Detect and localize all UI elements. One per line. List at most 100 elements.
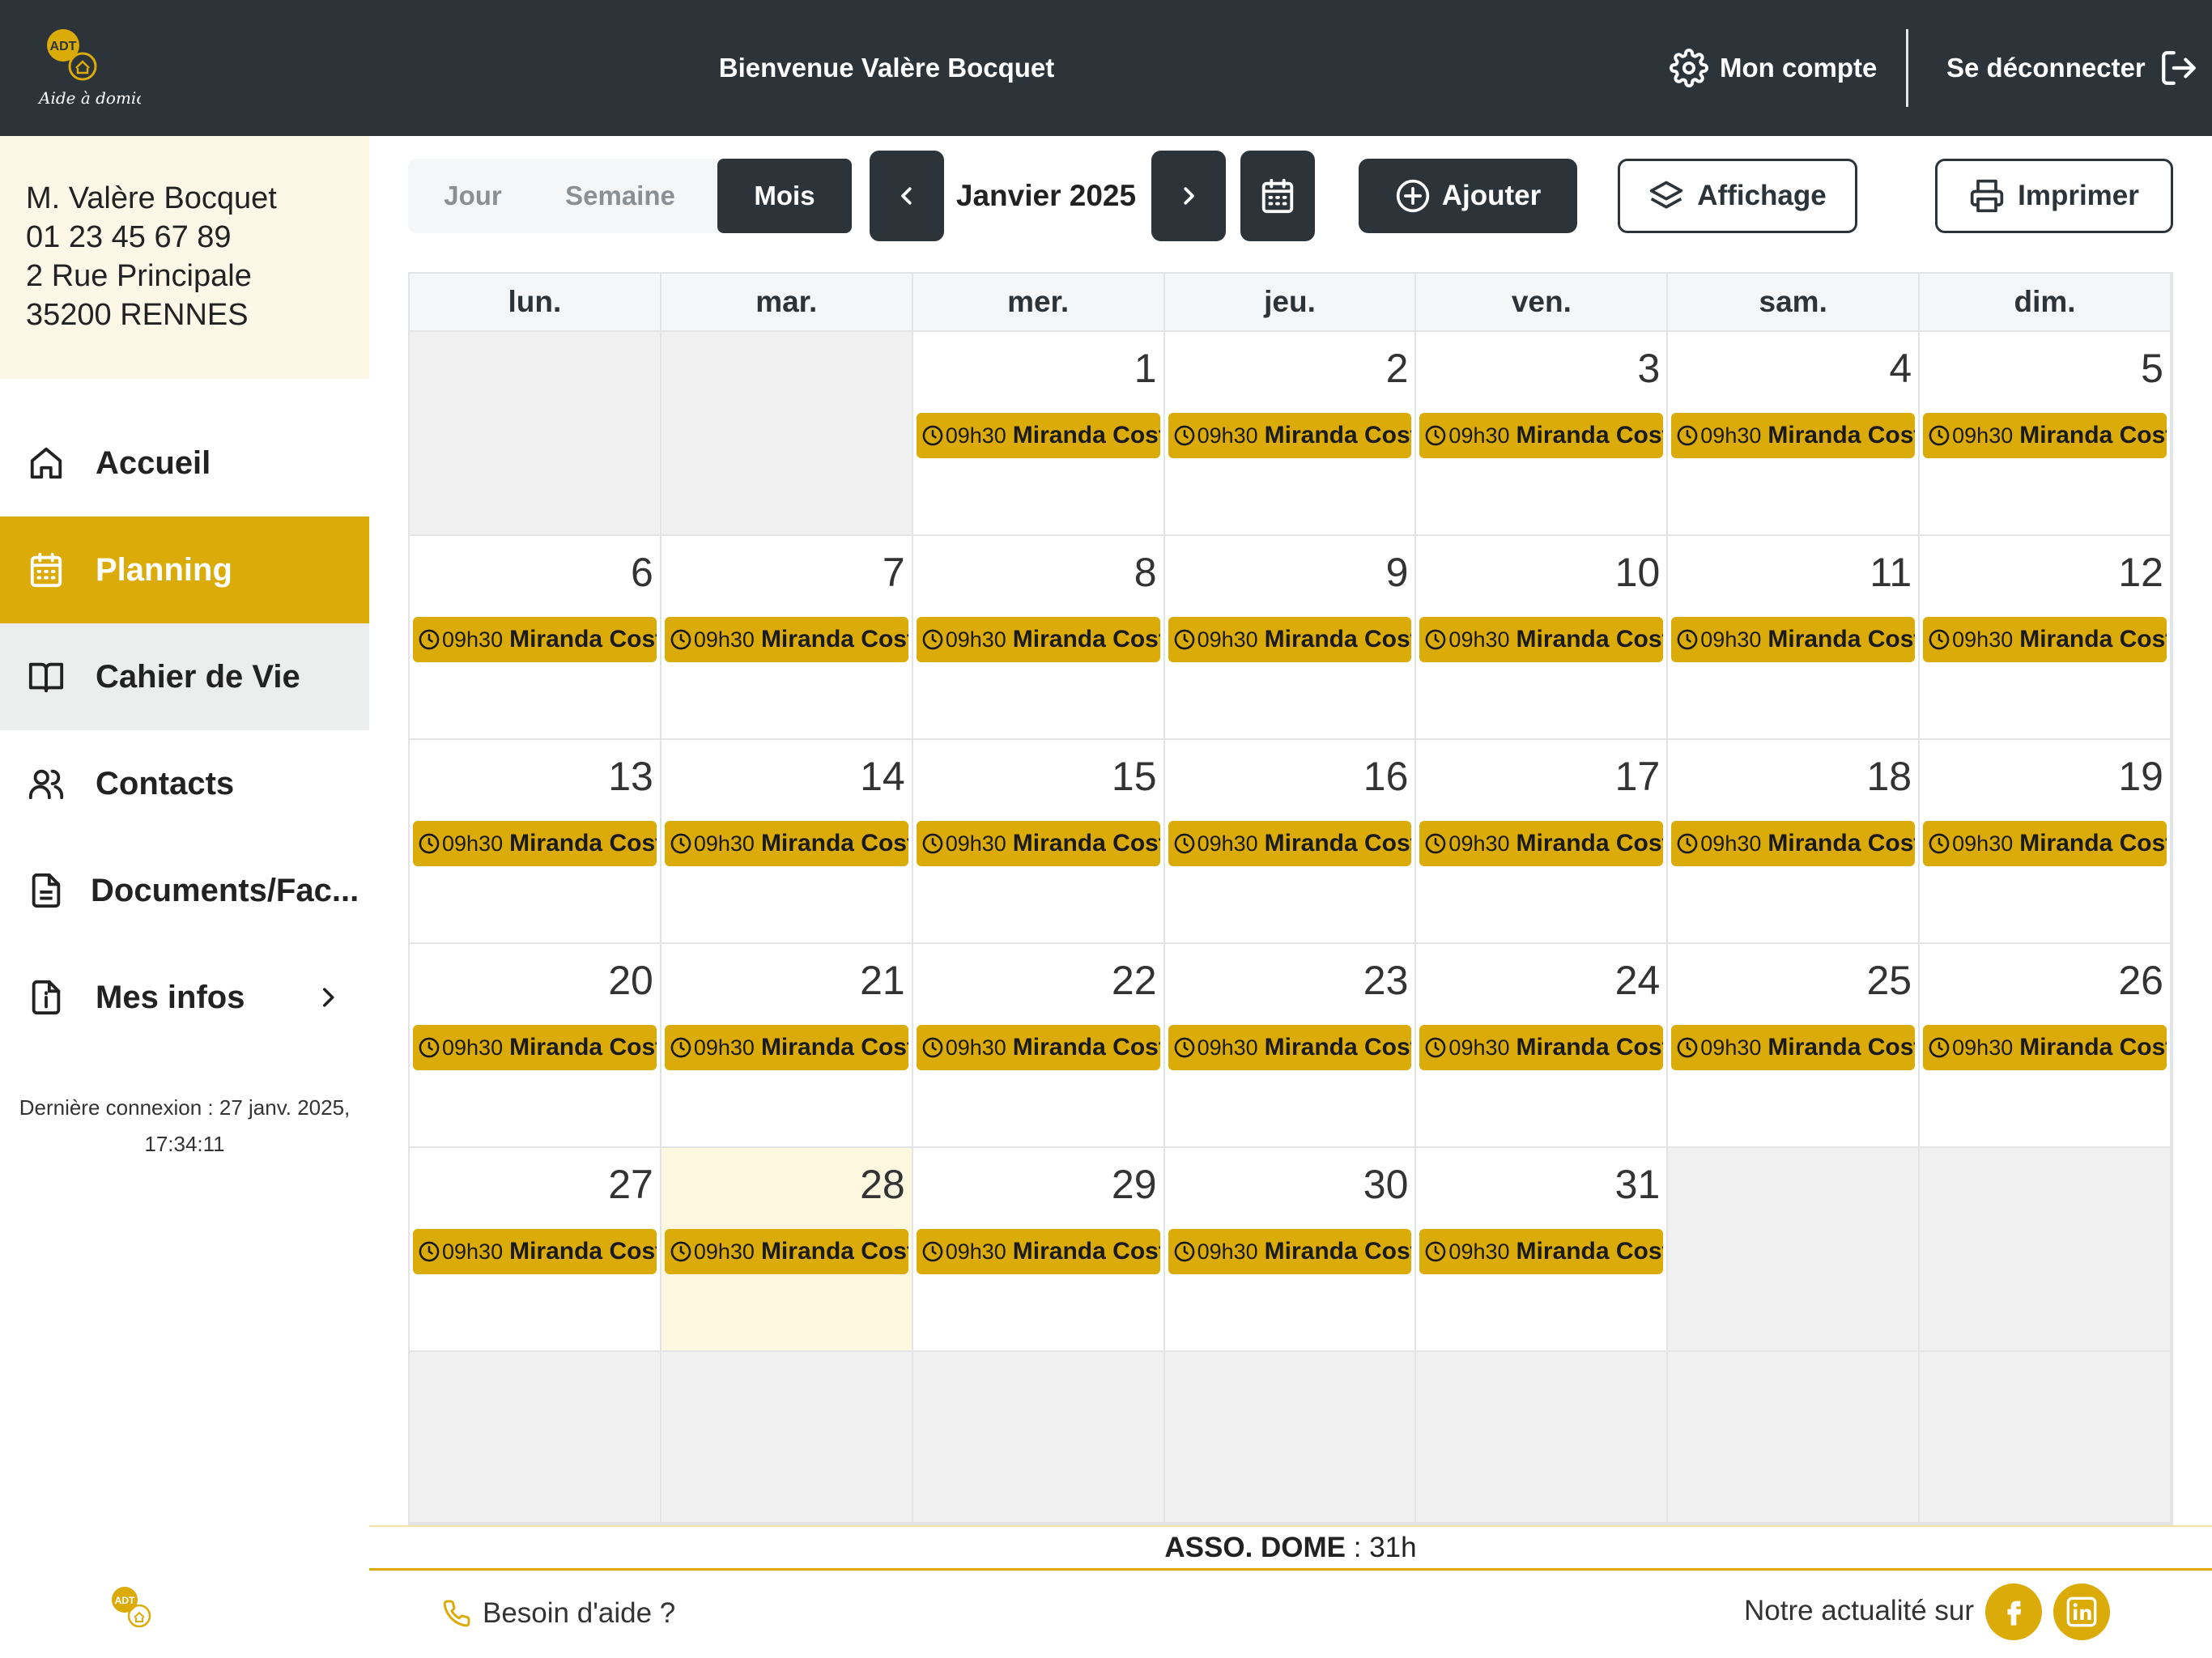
calendar-day-cell[interactable]: 8 09h30Miranda Coste [912,536,1165,740]
calendar-day-cell[interactable]: 29 09h30Miranda Coste [912,1148,1165,1352]
next-month-button[interactable] [1151,151,1226,241]
calendar-event[interactable]: 09h30Miranda Coste [1923,1025,2167,1070]
calendar-day-cell[interactable]: 5 09h30Miranda Coste [1920,332,2172,536]
event-title: Miranda Coste [1516,626,1664,653]
clock-icon [921,424,944,447]
calendar-event[interactable]: 09h30Miranda Coste [413,821,657,866]
calendar-event[interactable]: 09h30Miranda Coste [413,1025,657,1070]
calendar-event[interactable]: 09h30Miranda Coste [664,617,908,662]
calendar-event[interactable]: 09h30Miranda Coste [664,821,908,866]
date-picker-button[interactable] [1240,151,1315,241]
logout-button[interactable]: Se déconnecter [1946,42,2199,94]
calendar-event[interactable]: 09h30Miranda Coste [413,617,657,662]
clock-icon [670,628,692,651]
add-button[interactable]: Ajouter [1359,159,1577,233]
event-title: Miranda Coste [2019,626,2167,653]
calendar-event[interactable]: 09h30Miranda Coste [664,1229,908,1274]
print-button[interactable]: Imprimer [1935,159,2173,233]
calendar-day-cell[interactable]: 23 09h30Miranda Coste [1164,944,1417,1148]
calendar-day-cell[interactable]: 25 09h30Miranda Coste [1668,944,1921,1148]
calendar-day-cell[interactable]: 7 09h30Miranda Coste [661,536,913,740]
calendar-day-cell[interactable]: 20 09h30Miranda Coste [410,944,661,1148]
calendar-day-cell[interactable]: 17 09h30Miranda Coste [1416,740,1669,944]
calendar-day-cell[interactable]: 6 09h30Miranda Coste [410,536,661,740]
calendar-event[interactable]: 09h30Miranda Coste [1923,413,2167,458]
calendar-day-cell[interactable]: 18 09h30Miranda Coste [1668,740,1921,944]
calendar-day-cell[interactable]: 22 09h30Miranda Coste [912,944,1165,1148]
calendar-day-cell[interactable]: 10 09h30Miranda Coste [1416,536,1669,740]
calendar-event[interactable]: 09h30Miranda Coste [916,821,1160,866]
sidebar: M. Valère Bocquet 01 23 45 67 89 2 Rue P… [0,136,369,1571]
sidebar-item-mes-infos[interactable]: Mes infos [0,944,369,1051]
calendar-day-cell[interactable]: 11 09h30Miranda Coste [1668,536,1921,740]
logout-label: Se déconnecter [1946,53,2146,83]
calendar-event[interactable]: 09h30Miranda Coste [916,617,1160,662]
calendar-day-cell[interactable]: 30 09h30Miranda Coste [1164,1148,1417,1352]
calendar-day-cell[interactable]: 1 09h30Miranda Coste [912,332,1165,536]
calendar-event[interactable]: 09h30Miranda Coste [1419,821,1664,866]
sidebar-item-cahier-de-vie[interactable]: Cahier de Vie [0,623,369,730]
calendar-event[interactable]: 09h30Miranda Coste [413,1229,657,1274]
day-number: 16 [1363,754,1409,799]
sidebar-item-contacts[interactable]: Contacts [0,730,369,837]
calendar-event[interactable]: 09h30Miranda Coste [1671,1025,1916,1070]
calendar-day-cell[interactable]: 31 09h30Miranda Coste [1416,1148,1669,1352]
event-title: Miranda Coste [2019,422,2167,449]
calendar-event[interactable]: 09h30Miranda Coste [1419,413,1664,458]
calendar-event[interactable]: 09h30Miranda Coste [1168,617,1412,662]
sidebar-item-planning[interactable]: Planning [0,517,369,623]
calendar-day-cell[interactable]: 16 09h30Miranda Coste [1164,740,1417,944]
linkedin-link[interactable] [2053,1584,2110,1640]
calendar-event[interactable]: 09h30Miranda Coste [916,413,1160,458]
calendar-event[interactable]: 09h30Miranda Coste [1671,821,1916,866]
calendar-day-cell[interactable]: 21 09h30Miranda Coste [661,944,913,1148]
calendar-day-cell[interactable]: 27 09h30Miranda Coste [410,1148,661,1352]
calendar-day-cell[interactable]: 3 09h30Miranda Coste [1416,332,1669,536]
calendar-day-cell[interactable]: 12 09h30Miranda Coste [1920,536,2172,740]
sidebar-item-accueil[interactable]: Accueil [0,410,369,517]
tab-jour[interactable]: Jour [408,159,538,233]
calendar-event[interactable]: 09h30Miranda Coste [1419,617,1664,662]
event-time: 09h30 [945,831,1006,856]
calendar-event[interactable]: 09h30Miranda Coste [1168,1229,1412,1274]
day-number: 23 [1363,958,1409,1003]
calendar-day-cell[interactable]: 15 09h30Miranda Coste [912,740,1165,944]
clock-icon [418,628,440,651]
calendar-event[interactable]: 09h30Miranda Coste [1168,413,1412,458]
sidebar-item-documents[interactable]: Documents/Fac... [0,837,369,944]
calendar-day-cell[interactable]: 4 09h30Miranda Coste [1668,332,1921,536]
calendar-event[interactable]: 09h30Miranda Coste [1419,1229,1664,1274]
facebook-link[interactable] [1985,1584,2042,1640]
account-button[interactable]: Mon compte [1670,42,1877,94]
clock-icon [1424,832,1447,855]
calendar-day-cell[interactable]: 14 09h30Miranda Coste [661,740,913,944]
chevron-right-icon [314,983,342,1012]
tab-mois[interactable]: Mois [717,159,852,233]
event-title: Miranda Coste [1767,422,1915,449]
calendar-day-cell[interactable]: 26 09h30Miranda Coste [1920,944,2172,1148]
calendar-day-cell[interactable]: 28 09h30Miranda Coste [661,1148,913,1352]
event-time: 09h30 [442,1035,504,1060]
previous-month-button[interactable] [870,151,944,241]
calendar-event[interactable]: 09h30Miranda Coste [1923,821,2167,866]
calendar-day-cell[interactable]: 2 09h30Miranda Coste [1164,332,1417,536]
calendar-event[interactable]: 09h30Miranda Coste [1671,413,1916,458]
help-link[interactable]: Besoin d'aide ? [442,1593,675,1634]
calendar-day-cell[interactable]: 13 09h30Miranda Coste [410,740,661,944]
display-button[interactable]: Affichage [1618,159,1857,233]
calendar-event[interactable]: 09h30Miranda Coste [664,1025,908,1070]
tab-semaine[interactable]: Semaine [538,159,703,233]
calendar-event[interactable]: 09h30Miranda Coste [916,1025,1160,1070]
calendar-event[interactable]: 09h30Miranda Coste [1168,821,1412,866]
sidebar-item-label: Accueil [96,444,211,481]
top-header: ADT Aide à domicile Bienvenue Valère Boc… [0,0,2212,136]
calendar-day-cell[interactable]: 24 09h30Miranda Coste [1416,944,1669,1148]
calendar-day-cell[interactable]: 19 09h30Miranda Coste [1920,740,2172,944]
calendar-event[interactable]: 09h30Miranda Coste [916,1229,1160,1274]
calendar-day-cell[interactable]: 9 09h30Miranda Coste [1164,536,1417,740]
calendar-event[interactable]: 09h30Miranda Coste [1671,617,1916,662]
calendar-event[interactable]: 09h30Miranda Coste [1168,1025,1412,1070]
calendar-event[interactable]: 09h30Miranda Coste [1419,1025,1664,1070]
calendar-event[interactable]: 09h30Miranda Coste [1923,617,2167,662]
chevron-left-icon [895,184,919,208]
